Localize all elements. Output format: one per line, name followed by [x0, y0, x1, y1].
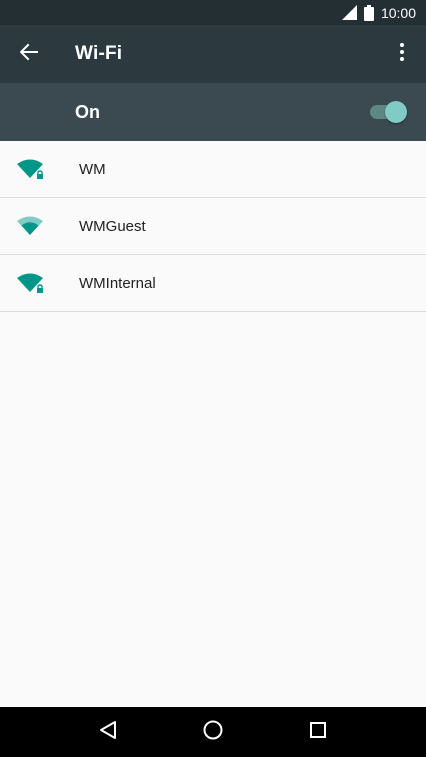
wifi-master-switch-bar[interactable]: On	[0, 83, 426, 141]
signal-icon	[341, 5, 357, 20]
recents-square-icon	[309, 721, 327, 743]
network-ssid: WM	[79, 160, 106, 178]
network-list: WM WMGuest WMInternal	[0, 141, 426, 312]
wifi-toggle[interactable]	[370, 101, 407, 123]
network-ssid: WMGuest	[79, 217, 146, 235]
app-bar: Wi-Fi	[0, 25, 426, 83]
back-button[interactable]	[0, 25, 58, 83]
network-item-wm[interactable]: WM	[0, 141, 426, 198]
status-bar: 10:00	[0, 0, 426, 25]
network-item-wminternal[interactable]: WMInternal	[0, 255, 426, 312]
battery-icon	[363, 4, 374, 21]
network-ssid: WMInternal	[79, 274, 156, 292]
nav-home-button[interactable]	[188, 707, 238, 757]
wifi-locked-full-icon	[0, 157, 60, 181]
navigation-bar	[0, 707, 426, 757]
overflow-menu-button[interactable]	[378, 25, 426, 83]
page-title: Wi-Fi	[75, 43, 123, 64]
back-arrow-icon	[19, 43, 38, 65]
switch-label: On	[75, 101, 100, 122]
overflow-menu-icon	[399, 42, 405, 66]
home-circle-icon	[202, 719, 224, 745]
wifi-locked-full-icon	[0, 271, 60, 295]
back-triangle-icon	[99, 720, 117, 744]
wifi-medium-icon	[0, 214, 60, 238]
nav-recents-button[interactable]	[293, 707, 343, 757]
status-time: 10:00	[380, 4, 416, 21]
nav-back-button[interactable]	[83, 707, 133, 757]
network-item-wmguest[interactable]: WMGuest	[0, 198, 426, 255]
toggle-thumb	[385, 101, 407, 123]
